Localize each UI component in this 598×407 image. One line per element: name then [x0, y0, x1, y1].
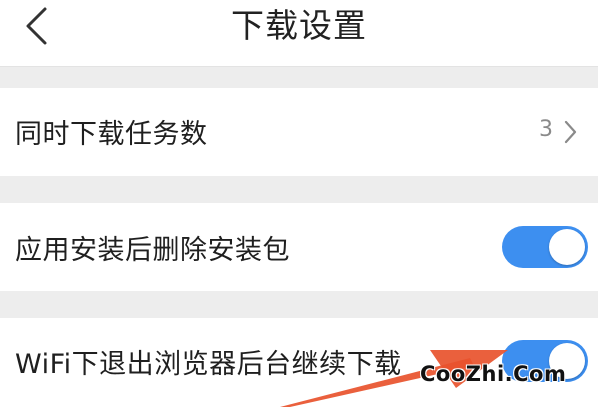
setting-row-delete-after-install: 应用安装后删除安装包	[0, 203, 598, 291]
chevron-right-icon	[564, 120, 577, 144]
setting-row-concurrent-downloads[interactable]: 同时下载任务数 3	[0, 88, 598, 176]
setting-value: 3	[539, 117, 553, 142]
delete-after-install-toggle[interactable]	[502, 226, 588, 268]
setting-label: 同时下载任务数	[15, 119, 208, 150]
page-title: 下载设置	[231, 6, 367, 45]
toggle-knob	[549, 229, 585, 265]
nav-header: 下载设置	[0, 0, 598, 67]
setting-label: 应用安装后删除安装包	[15, 235, 290, 266]
watermark-logo: CooZhi.Com	[420, 362, 567, 386]
download-settings-screen: 下载设置 同时下载任务数 3 应用安装后删除安装包 WiFi下退出浏览器后台继续…	[0, 0, 598, 407]
